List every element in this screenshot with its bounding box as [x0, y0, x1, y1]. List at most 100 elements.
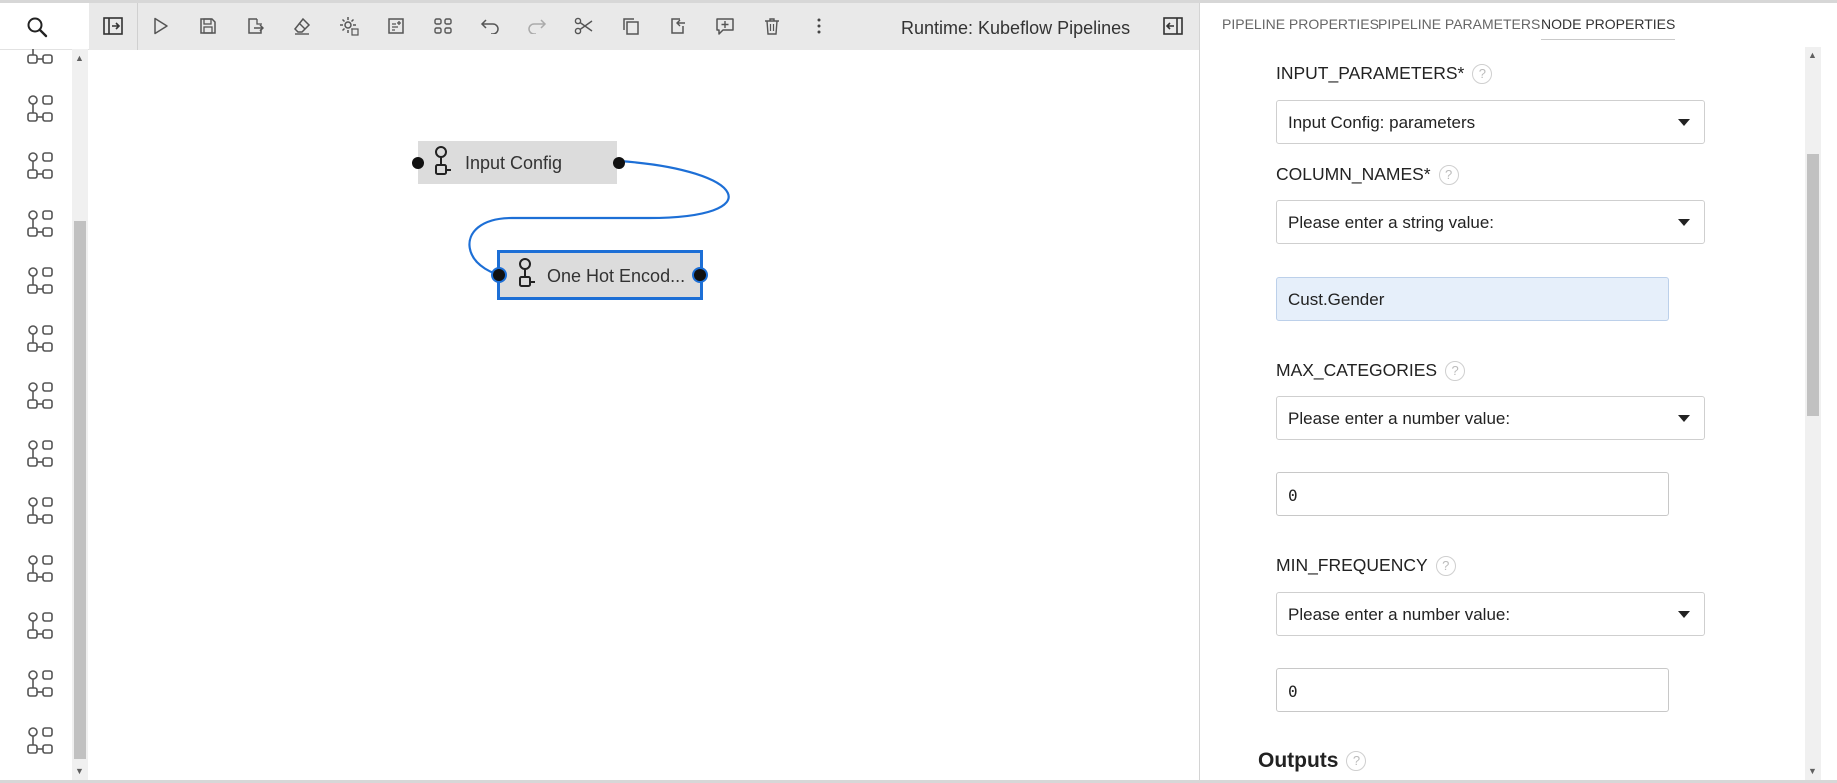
more-icon: [817, 18, 821, 34]
help-icon[interactable]: ?: [1438, 164, 1459, 185]
max-categories-input[interactable]: 0: [1276, 472, 1669, 516]
open-panel-button[interactable]: [102, 15, 124, 37]
node-input-port[interactable]: [412, 157, 424, 169]
help-icon[interactable]: ?: [1435, 555, 1456, 576]
add-comment-button[interactable]: [385, 15, 407, 37]
paste-icon: [671, 18, 685, 34]
component-node-icon: [27, 94, 53, 122]
settings-icon: [340, 17, 359, 36]
tab-pipeline-parameters[interactable]: PIPELINE PARAMETERS: [1378, 16, 1540, 32]
node-label: One Hot Encod...: [547, 266, 686, 286]
export-button[interactable]: [244, 15, 266, 37]
runtime-label: Runtime: Kubeflow Pipelines: [901, 18, 1131, 38]
node-output-port[interactable]: [694, 269, 706, 281]
undo-button[interactable]: [479, 15, 501, 37]
pipeline-node-one-hot-encoder[interactable]: One Hot Encod...: [497, 250, 703, 300]
node-label: Input Config: [465, 153, 563, 173]
save-button[interactable]: [197, 15, 219, 37]
palette-scrollbar[interactable]: ▲ ▼: [72, 49, 88, 780]
input-value: 0: [1288, 682, 1298, 701]
palette-node-item[interactable]: [26, 151, 56, 181]
palette-node-item[interactable]: [26, 669, 56, 699]
input-value: 0: [1288, 486, 1298, 505]
help-icon[interactable]: ?: [1445, 360, 1466, 381]
pipeline-node-input-config[interactable]: Input Config: [418, 141, 617, 184]
scroll-up-arrow-icon[interactable]: ▲: [1808, 50, 1817, 60]
component-node-icon: [27, 554, 53, 582]
field-label-input-parameters: INPUT_PARAMETERS* ?: [1276, 63, 1493, 84]
component-node-icon: [27, 209, 53, 237]
generic-component-icon: [435, 146, 451, 175]
comment-icon: [716, 18, 734, 35]
field-label-max-categories: MAX_CATEGORIES ?: [1276, 360, 1466, 381]
node-link[interactable]: [89, 50, 1199, 780]
chevron-down-icon: [1678, 415, 1690, 422]
cut-icon: [574, 17, 593, 35]
input-parameters-select[interactable]: Input Config: parameters: [1276, 100, 1705, 144]
component-node-icon: [27, 612, 53, 639]
generic-component-icon: [519, 258, 535, 287]
paste-button[interactable]: [667, 15, 689, 37]
field-label-text: INPUT_PARAMETERS*: [1276, 63, 1465, 83]
palette-node-item[interactable]: [26, 381, 56, 411]
palette-node-item[interactable]: [26, 496, 56, 526]
help-icon[interactable]: ?: [1346, 751, 1367, 771]
component-node-icon: [27, 324, 53, 352]
properties-scrollbar-thumb[interactable]: [1807, 154, 1819, 416]
node-settings-button[interactable]: [338, 15, 360, 37]
palette-node-item[interactable]: [26, 554, 56, 584]
chevron-down-icon: [1678, 611, 1690, 618]
input-value: Cust.Gender: [1288, 290, 1385, 309]
cut-button[interactable]: [573, 15, 595, 37]
palette-node-item[interactable]: [26, 439, 56, 469]
tab-pipeline-properties[interactable]: PIPELINE PROPERTIES: [1222, 16, 1379, 32]
close-panel-icon: [1163, 17, 1183, 35]
save-icon: [200, 18, 216, 34]
component-node-icon: [27, 727, 53, 754]
component-node-icon: [27, 152, 53, 179]
select-value: Please enter a number value:: [1288, 409, 1511, 428]
palette-search-button[interactable]: [0, 3, 89, 50]
scroll-up-arrow-icon[interactable]: ▲: [75, 53, 84, 63]
close-panel-button[interactable]: [1162, 15, 1184, 37]
copy-button[interactable]: [620, 15, 642, 37]
palette-node-item[interactable]: [26, 209, 56, 239]
arrange-button[interactable]: [432, 15, 454, 37]
palette-node-item[interactable]: [26, 266, 56, 296]
column-names-type-select[interactable]: Please enter a string value:: [1276, 200, 1705, 244]
tab-node-properties[interactable]: NODE PROPERTIES: [1541, 16, 1676, 40]
component-node-icon: [27, 439, 53, 467]
pipeline-canvas[interactable]: Input Config One Hot Encod...: [89, 50, 1199, 780]
palette-node-item[interactable]: [26, 49, 56, 66]
min-frequency-input[interactable]: 0: [1276, 668, 1669, 712]
open-panel-icon: [103, 17, 123, 35]
palette-node-item[interactable]: [26, 611, 56, 641]
redo-button[interactable]: [526, 15, 548, 37]
scroll-down-arrow-icon[interactable]: ▼: [1808, 766, 1817, 776]
palette-node-item[interactable]: [26, 324, 56, 354]
delete-button[interactable]: [761, 15, 783, 37]
properties-tabs: PIPELINE PROPERTIES PIPELINE PARAMETERS …: [1200, 3, 1820, 47]
component-node-icon: [27, 382, 53, 409]
clear-button[interactable]: [291, 15, 313, 37]
run-button[interactable]: [150, 15, 172, 37]
run-icon: [154, 17, 168, 35]
min-frequency-type-select[interactable]: Please enter a number value:: [1276, 592, 1705, 636]
palette-node-item[interactable]: [26, 726, 56, 756]
clear-icon: [293, 17, 311, 35]
select-value: Please enter a string value:: [1288, 213, 1495, 232]
max-categories-type-select[interactable]: Please enter a number value:: [1276, 396, 1705, 440]
scroll-down-arrow-icon[interactable]: ▼: [75, 766, 84, 776]
outputs-heading: Outputs ?: [1258, 749, 1367, 773]
toolbar-separator: [137, 3, 138, 50]
palette-node-item[interactable]: [26, 94, 56, 124]
palette-scrollbar-thumb[interactable]: [74, 221, 86, 759]
more-button[interactable]: [808, 15, 830, 37]
component-node-icon: [27, 497, 53, 524]
node-input-port[interactable]: [493, 269, 505, 281]
properties-scrollbar[interactable]: ▲ ▼: [1805, 47, 1821, 780]
node-output-port[interactable]: [613, 157, 625, 169]
help-icon[interactable]: ?: [1472, 63, 1493, 84]
comment-button[interactable]: [714, 15, 736, 37]
column-names-input[interactable]: Cust.Gender: [1276, 277, 1669, 321]
